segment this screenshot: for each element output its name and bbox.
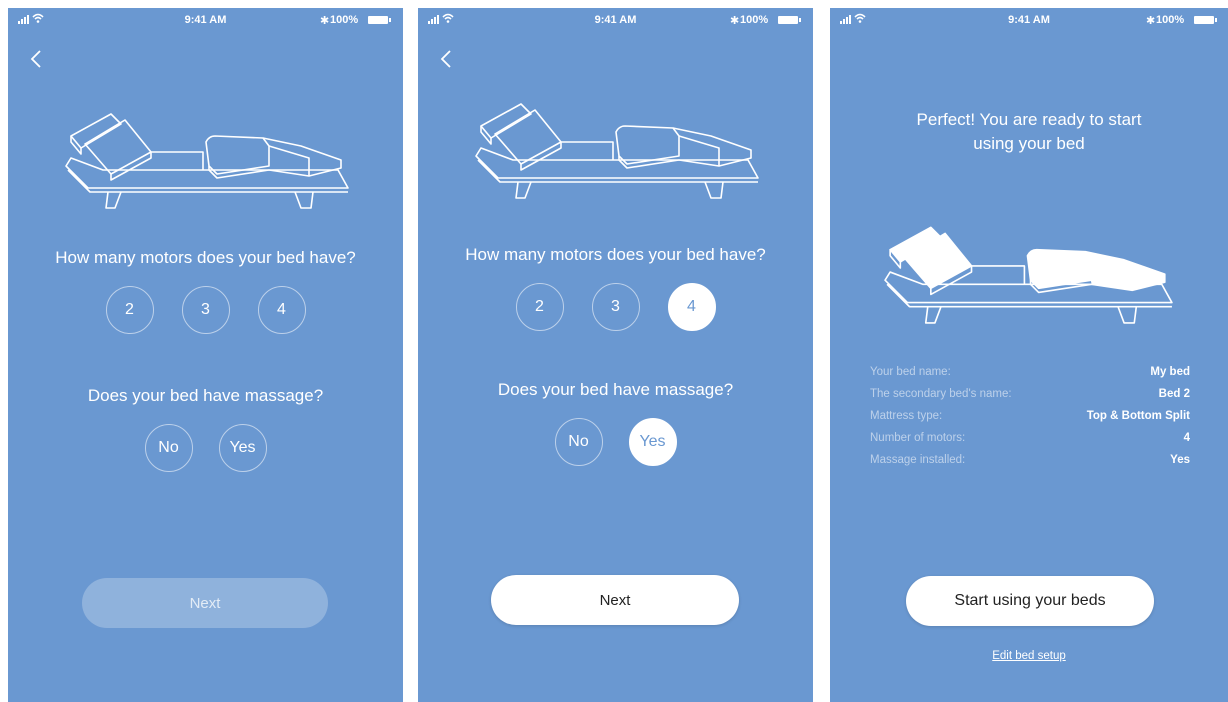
summary-label: Massage installed:	[870, 454, 966, 466]
completion-title-line1: Perfect! You are ready to start	[916, 110, 1142, 129]
back-chevron-icon[interactable]	[28, 48, 44, 70]
summary-label: The secondary bed's name:	[870, 388, 1012, 400]
battery-percent: 100%	[330, 14, 359, 26]
motor-option-2[interactable]: 2	[515, 283, 564, 331]
motor-options: 2 3 4	[8, 286, 403, 334]
bluetooth-icon: ✱	[730, 15, 740, 27]
back-chevron-icon[interactable]	[438, 48, 454, 70]
summary-value: Top & Bottom Split	[1086, 410, 1190, 422]
bluetooth-icon: ✱	[1146, 15, 1156, 27]
motor-option-2[interactable]: 2	[105, 286, 154, 334]
summary-value: Bed 2	[1158, 388, 1190, 400]
massage-question: Does your bed have massage?	[497, 380, 734, 399]
battery-icon	[368, 16, 391, 24]
massage-option-no[interactable]: No	[554, 418, 603, 466]
massage-option-yes-selected[interactable]: Yes	[628, 418, 677, 466]
status-bar: 9:41 AM ✱ 100%	[830, 8, 1228, 32]
screen-setup-complete: 9:41 AM ✱ 100% Perfect! You are ready to…	[830, 8, 1228, 702]
status-bar: 9:41 AM ✱ 100%	[418, 8, 813, 32]
massage-option-no[interactable]: No	[144, 424, 193, 472]
motor-option-4[interactable]: 4	[257, 286, 306, 334]
motor-option-3[interactable]: 3	[591, 283, 640, 331]
completion-title-line2: using your bed	[973, 134, 1085, 153]
adjustable-bed-illustration	[65, 113, 349, 209]
motor-option-4-selected[interactable]: 4	[667, 283, 716, 331]
motors-question: How many motors does your bed have?	[55, 248, 356, 267]
summary-row: Massage installed: Yes	[870, 454, 1190, 476]
next-button-disabled[interactable]: Next	[82, 578, 328, 628]
summary-value: 4	[1183, 432, 1190, 444]
adjustable-bed-illustration	[475, 103, 759, 199]
screen-motor-setup: 9:41 AM ✱ 100% How many motors does your…	[8, 8, 403, 702]
summary-value: My bed	[1150, 366, 1190, 378]
status-bar: 9:41 AM ✱ 100%	[8, 8, 403, 32]
adjustable-bed-illustration	[884, 226, 1173, 324]
summary-label: Mattress type:	[870, 410, 943, 422]
screen-motor-setup-selected: 9:41 AM ✱ 100% How many motors does your…	[418, 8, 813, 702]
bluetooth-icon: ✱	[320, 15, 330, 27]
start-using-beds-button[interactable]: Start using your beds	[906, 576, 1154, 626]
summary-row: Number of motors: 4	[870, 432, 1190, 454]
battery-percent: 100%	[740, 14, 769, 26]
massage-options: No Yes	[8, 424, 403, 472]
summary-row: The secondary bed's name: Bed 2	[870, 388, 1190, 410]
motor-options: 2 3 4	[418, 283, 813, 331]
massage-option-yes[interactable]: Yes	[218, 424, 267, 472]
completion-title: Perfect! You are ready to start using yo…	[860, 108, 1198, 156]
massage-question: Does your bed have massage?	[87, 386, 324, 405]
summary-label: Your bed name:	[870, 366, 951, 378]
summary-value: Yes	[1170, 454, 1190, 466]
massage-options: No Yes	[418, 418, 813, 466]
bed-summary: Your bed name: My bed The secondary bed'…	[870, 366, 1190, 476]
summary-label: Number of motors:	[870, 432, 966, 444]
battery-icon	[1194, 16, 1217, 24]
summary-row: Mattress type: Top & Bottom Split	[870, 410, 1190, 432]
battery-percent: 100%	[1156, 14, 1185, 26]
summary-row: Your bed name: My bed	[870, 366, 1190, 388]
battery-icon	[778, 16, 801, 24]
motor-option-3[interactable]: 3	[181, 286, 230, 334]
motors-question: How many motors does your bed have?	[465, 245, 766, 264]
next-button[interactable]: Next	[491, 575, 739, 625]
edit-bed-setup-link[interactable]: Edit bed setup	[830, 650, 1228, 662]
